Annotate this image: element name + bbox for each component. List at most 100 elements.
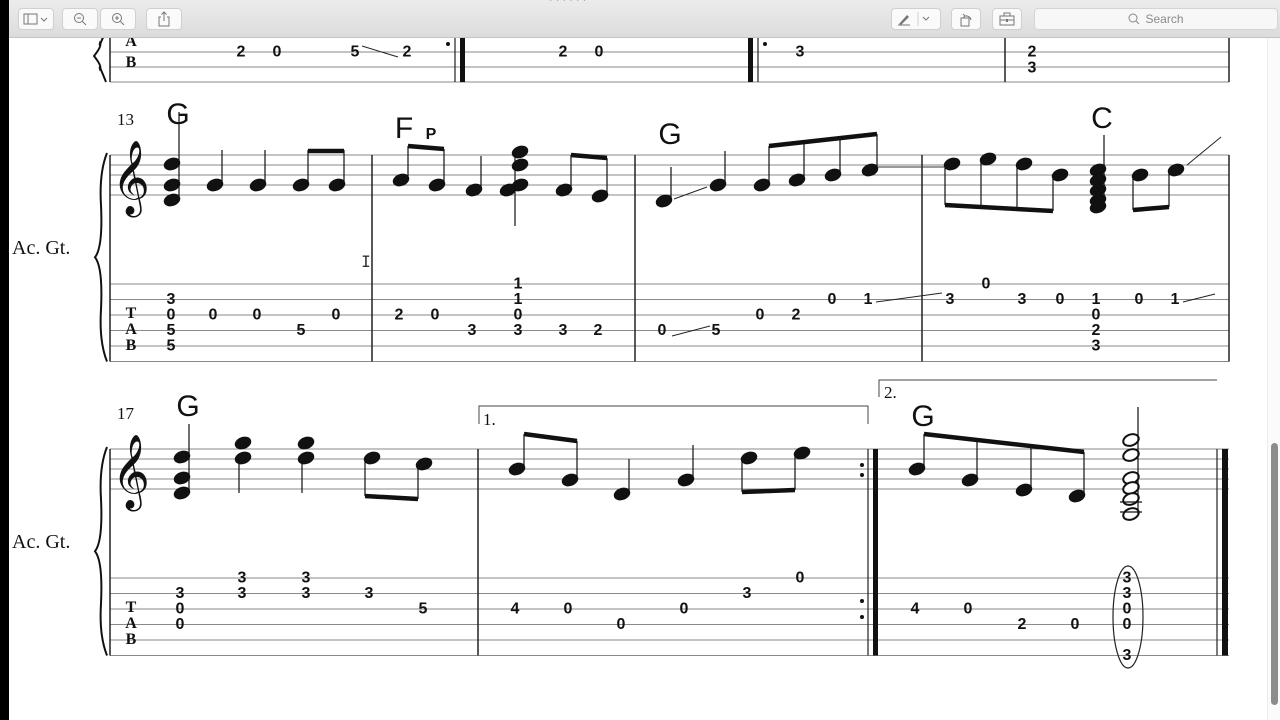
tab-fret-number: 5 bbox=[167, 322, 176, 339]
chord-symbol: C bbox=[1091, 102, 1113, 135]
chord-symbol: G bbox=[911, 400, 934, 433]
tab-fret-number: 0 bbox=[176, 601, 185, 618]
sidebar-toggle-button[interactable] bbox=[18, 8, 54, 30]
rotate-icon bbox=[960, 13, 972, 27]
rotate-button[interactable] bbox=[951, 8, 981, 30]
repeat-dot bbox=[763, 42, 767, 46]
thick-barline bbox=[873, 449, 878, 656]
tab-fret-number: 3 bbox=[743, 585, 752, 602]
tab-label-letter: B bbox=[126, 54, 137, 71]
zoom-out-button[interactable] bbox=[62, 8, 98, 30]
note-beam bbox=[523, 431, 578, 444]
tab-fret-number: 3 bbox=[1123, 585, 1132, 602]
tab-fret-number: 1 bbox=[1092, 291, 1101, 308]
tab-fret-number: 3 bbox=[302, 585, 311, 602]
measure-number: 17 bbox=[117, 404, 135, 423]
tab-fret-number: 0 bbox=[514, 307, 523, 324]
tab-fret-number: 2 bbox=[237, 44, 246, 61]
tab-fret-number: 3 bbox=[559, 322, 568, 339]
tab-fret-number: 0 bbox=[253, 307, 262, 324]
repeat-dot bbox=[860, 599, 864, 603]
system-brace bbox=[92, 38, 107, 83]
share-button[interactable] bbox=[146, 8, 182, 30]
note-head bbox=[511, 145, 529, 159]
document-page: A B 2 0 5 2 2 0 3 2 3 Ac. Gt. 13 𝄞 T A B G 3 0 5 5 0 0 5 0 F P 2 0 3 1 1… bbox=[9, 38, 1267, 720]
tab-label-letter: B bbox=[126, 337, 137, 354]
note-head bbox=[511, 158, 529, 172]
window-title: · · · · · · bbox=[549, 0, 587, 6]
tab-fret-number: 3 bbox=[238, 585, 247, 602]
note-beam bbox=[944, 202, 1054, 214]
instrument-label: Ac. Gt. bbox=[12, 531, 70, 553]
repeat-dot bbox=[860, 473, 864, 477]
volta-bracket bbox=[878, 379, 1217, 397]
search-field[interactable]: Search bbox=[1034, 8, 1278, 30]
tab-fret-number: 0 bbox=[1092, 307, 1101, 324]
zoom-in-button[interactable] bbox=[100, 8, 136, 30]
window-edge bbox=[0, 0, 9, 720]
tab-fret-number: 3 bbox=[238, 570, 247, 587]
scrollbar-thumb[interactable] bbox=[1271, 443, 1278, 705]
tab-label-letter: T bbox=[126, 599, 137, 616]
tab-fret-number: 3 bbox=[1092, 338, 1101, 355]
tab-fret-number: 0 bbox=[1123, 601, 1132, 618]
tab-fret-number: 2 bbox=[1028, 44, 1037, 61]
treble-clef-icon: 𝄞 bbox=[112, 435, 150, 512]
zoom-out-icon bbox=[74, 13, 87, 26]
tab-fret-number: 3 bbox=[167, 291, 176, 308]
repeat-dot bbox=[446, 42, 450, 46]
tab-fret-number: 5 bbox=[351, 44, 360, 61]
repeat-dot bbox=[860, 615, 864, 619]
score-sheet: AB2 0 5 2 2 0 3 23Ac. Gt.13𝄞TABG30550 050F P2 0311… bbox=[12, 38, 1230, 669]
repeat-dot bbox=[860, 463, 864, 467]
sidebar-icon bbox=[23, 13, 48, 25]
tab-fret-number: 3 bbox=[514, 322, 523, 339]
tab-fret-number: 0 bbox=[828, 291, 837, 308]
markup-button[interactable] bbox=[891, 8, 941, 30]
volta-label: 1. bbox=[483, 410, 496, 429]
tab-fret-number: 0 bbox=[617, 616, 626, 633]
tab-fret-number: 0 bbox=[431, 307, 440, 324]
treble-clef-icon: 𝄞 bbox=[112, 141, 150, 218]
tab-fret-number: 2 bbox=[594, 322, 603, 339]
toolbox-icon bbox=[999, 12, 1015, 26]
note-beam bbox=[364, 493, 419, 502]
tab-fret-number: 3 bbox=[1028, 60, 1037, 77]
note-beam bbox=[768, 131, 878, 149]
zoom-in-icon bbox=[112, 13, 125, 26]
pull-off-marking: P bbox=[426, 126, 437, 143]
note-beam bbox=[1132, 204, 1170, 213]
chord-symbol: F bbox=[395, 112, 413, 145]
chevron-down-icon bbox=[922, 16, 930, 21]
tab-label-letter: B bbox=[126, 631, 137, 648]
system-brace bbox=[93, 152, 108, 362]
tab-label-letter: A bbox=[125, 615, 137, 632]
tab-fret-number: 0 bbox=[1135, 291, 1144, 308]
tab-label-letter: A bbox=[125, 38, 137, 50]
tab-fret-number: 3 bbox=[468, 322, 477, 339]
tab-label-letter: A bbox=[125, 321, 137, 338]
note-head bbox=[234, 451, 252, 465]
slide-line bbox=[673, 186, 708, 200]
tab-fret-number: 0 bbox=[982, 276, 991, 293]
toolbox-button[interactable] bbox=[992, 8, 1022, 30]
tab-fret-number: 0 bbox=[658, 322, 667, 339]
tab-fret-number: 3 bbox=[365, 585, 374, 602]
tab-fret-number: 4 bbox=[511, 601, 520, 618]
tab-fret-number: 1 bbox=[514, 276, 523, 293]
tab-fret-number: 0 bbox=[595, 44, 604, 61]
thick-barline bbox=[748, 38, 753, 82]
toolbar: · · · · · · Search bbox=[9, 0, 1280, 38]
tab-fret-number: 2 bbox=[559, 44, 568, 61]
tab-fret-number: 0 bbox=[332, 307, 341, 324]
tab-fret-number: 0 bbox=[209, 307, 218, 324]
note-beam bbox=[407, 143, 445, 152]
tab-fret-number: 0 bbox=[1071, 616, 1080, 633]
tab-fret-number: 5 bbox=[167, 338, 176, 355]
tab-fret-number: 3 bbox=[1018, 291, 1027, 308]
tab-fret-number: 1 bbox=[864, 291, 873, 308]
volta-bracket bbox=[478, 405, 869, 424]
tab-fret-number: 0 bbox=[756, 307, 765, 324]
chord-symbol: G bbox=[658, 118, 681, 151]
tab-fret-number: 3 bbox=[946, 291, 955, 308]
